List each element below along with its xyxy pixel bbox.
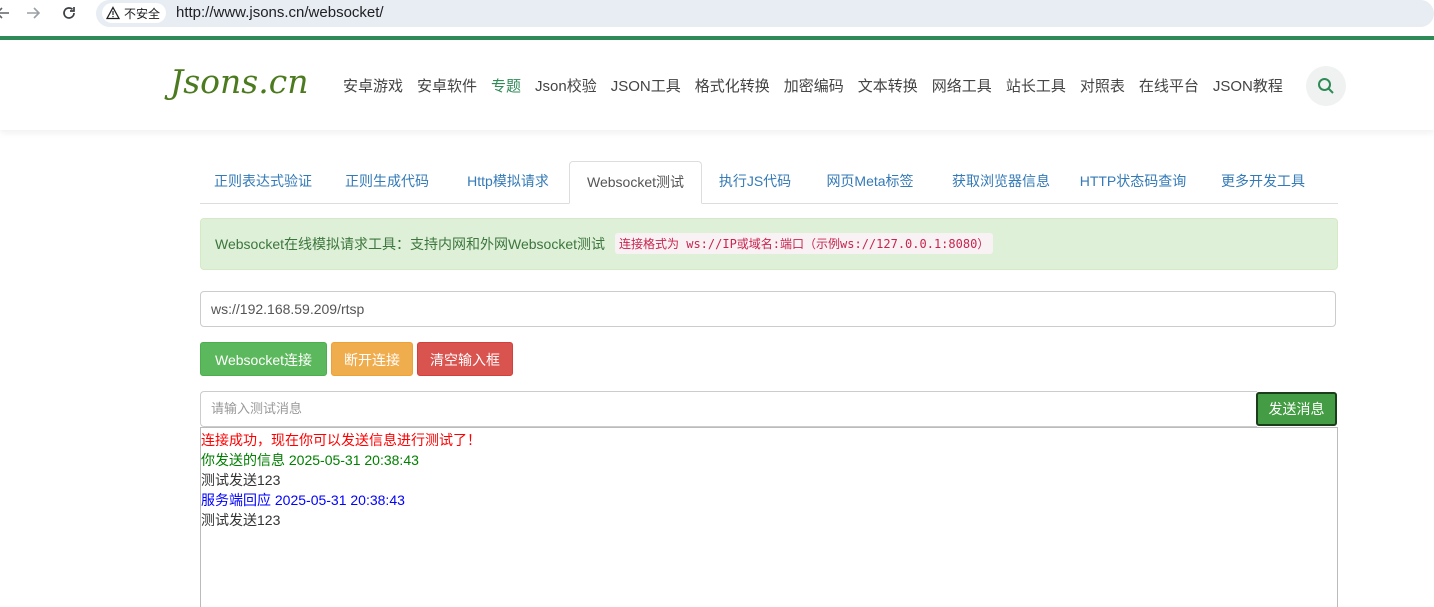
site-logo[interactable]: Jsons.cn [170, 62, 308, 101]
nav-item[interactable]: 在线平台 [1139, 75, 1199, 96]
log-line: 连接成功，现在你可以发送信息进行测试了！ [201, 432, 481, 448]
tab-http-request[interactable]: Http模拟请求 [450, 161, 566, 202]
tab-meta-tags[interactable]: 网页Meta标签 [814, 161, 926, 202]
tab-regex-validate[interactable]: 正则表达式验证 [200, 161, 326, 202]
message-input[interactable]: 请输入测试消息 [200, 391, 1257, 427]
reload-icon [63, 7, 75, 19]
tab-regex-codegen[interactable]: 正则生成代码 [330, 161, 444, 202]
nav-item[interactable]: 加密编码 [784, 75, 844, 96]
nav-item[interactable]: JSON工具 [611, 75, 681, 96]
reload-button[interactable] [58, 5, 80, 27]
log-line: 你发送的信息 2025-05-31 20:38:43 [201, 452, 419, 468]
browser-toolbar: 不安全 http://www.jsons.cn/websocket/ [0, 0, 1434, 36]
clear-input-button[interactable]: 清空输入框 [417, 342, 513, 376]
main-nav: 安卓游戏 安卓软件 专题 Json校验 JSON工具 格式化转换 加密编码 文本转换 网络工具站… [343, 75, 1297, 96]
security-chip[interactable]: 不安全 [102, 3, 167, 23]
log-line: 服务端回应 2025-05-31 20:38:43 [201, 492, 405, 508]
nav-item[interactable]: 站长工具 [1006, 75, 1066, 96]
tab-websocket-test[interactable]: Websocket测试 [569, 161, 702, 204]
security-label: 不安全 [124, 6, 161, 21]
tab-more-tools[interactable]: 更多开发工具 [1208, 161, 1318, 202]
log-line: 测试发送123 [201, 472, 281, 488]
nav-item[interactable]: 对照表 [1080, 75, 1125, 96]
disconnect-button[interactable]: 断开连接 [331, 342, 413, 376]
arrow-left-icon [0, 7, 9, 19]
log-line: 测试发送123 [201, 512, 281, 528]
url-text[interactable]: http://www.jsons.cn/websocket/ [176, 4, 384, 21]
nav-item[interactable]: 格式化转换 [695, 75, 770, 96]
nav-item[interactable]: 安卓软件 [417, 75, 477, 96]
warning-triangle-icon [106, 6, 120, 20]
tab-browser-info[interactable]: 获取浏览器信息 [938, 161, 1064, 202]
nav-item[interactable]: 文本转换 [858, 75, 918, 96]
nav-item[interactable]: 专题 [491, 75, 521, 96]
connect-button[interactable]: Websocket连接 [200, 342, 327, 376]
nav-item[interactable]: Json校验 [535, 75, 597, 96]
site-header: Jsons.cn 安卓游戏 安卓软件 专题 Json校验 JSON工具 格式化转换 加密编码… [0, 40, 1434, 130]
nav-item[interactable]: 网络工具 [932, 75, 992, 96]
websocket-url-input[interactable]: ws://192.168.59.209/rtsp [200, 291, 1336, 327]
forward-button[interactable] [22, 5, 44, 27]
message-log[interactable]: 连接成功，现在你可以发送信息进行测试了！ 你发送的信息 2025-05-31 20… [200, 427, 1338, 607]
send-message-button[interactable]: 发送消息 [1256, 392, 1337, 426]
alert-text: Websocket在线模拟请求工具：支持内网和外网Websocket测试 [215, 236, 605, 252]
tab-http-status[interactable]: HTTP状态码查询 [1074, 161, 1192, 202]
alert-format-code: 连接格式为 ws://IP或域名:端口（示例ws://127.0.0.1:808… [615, 233, 994, 254]
search-icon [1318, 78, 1334, 94]
nav-item[interactable]: JSON教程 [1213, 75, 1283, 96]
search-button[interactable] [1306, 66, 1346, 106]
tab-execute-js[interactable]: 执行JS代码 [709, 161, 801, 202]
nav-item[interactable]: 安卓游戏 [343, 75, 403, 96]
tool-tabs: 正则表达式验证 正则生成代码 Http模拟请求 Websocket测试 执行JS… [200, 161, 1338, 204]
back-button[interactable] [0, 5, 14, 27]
arrow-right-icon [27, 7, 41, 19]
info-alert: Websocket在线模拟请求工具：支持内网和外网Websocket测试 连接格… [200, 218, 1338, 270]
